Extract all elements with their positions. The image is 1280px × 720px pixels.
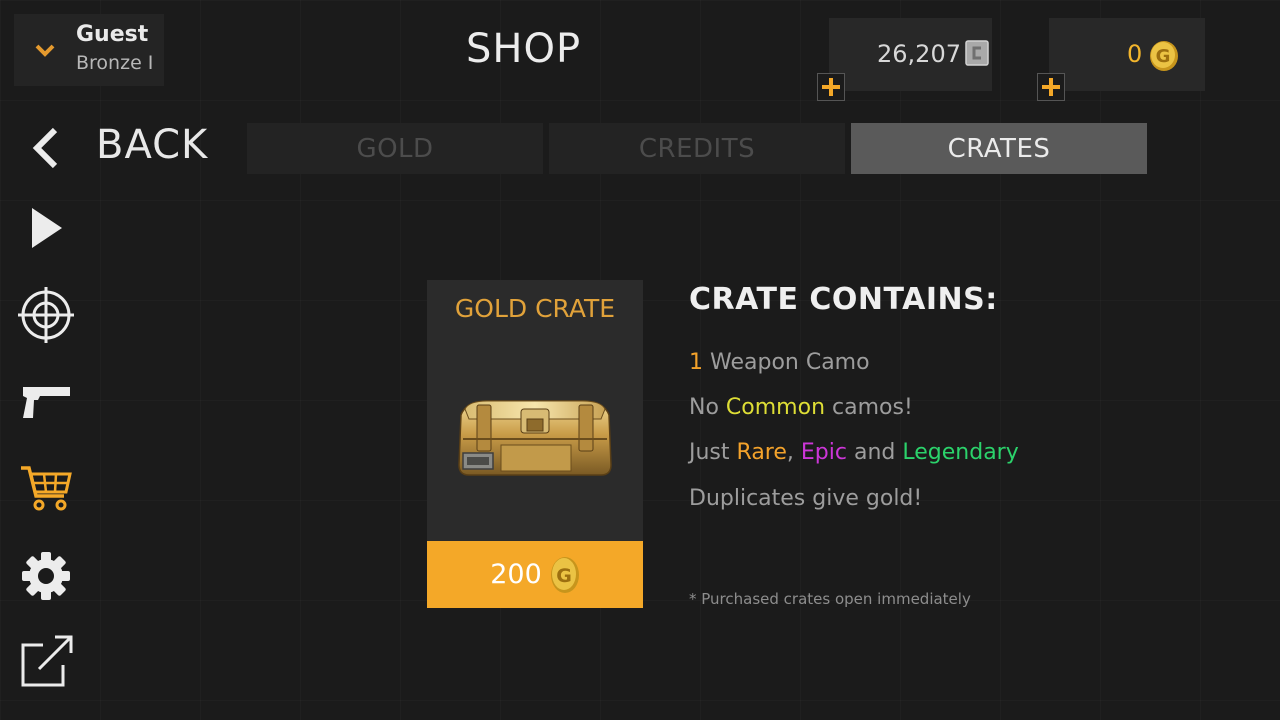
player-name: Guest: [76, 22, 149, 47]
plus-icon: [822, 78, 840, 96]
add-gold-button[interactable]: [1037, 73, 1065, 101]
tab-gold[interactable]: GOLD: [247, 123, 543, 174]
contents-line-rarities: Just Rare, Epic and Legendary: [689, 440, 1019, 465]
contents-line-duplicates: Duplicates give gold!: [689, 486, 923, 511]
nav-shop[interactable]: [16, 458, 76, 518]
back-button[interactable]: [16, 118, 76, 178]
crosshair-icon: [18, 287, 74, 343]
crate-price: 200: [490, 559, 542, 590]
play-icon: [32, 208, 62, 248]
credit-icon: [965, 40, 989, 66]
gold-balance: 0 G: [1049, 18, 1205, 91]
pistol-icon: [23, 387, 70, 418]
gold-crate-card[interactable]: GOLD CRATE 200 G: [427, 280, 643, 608]
common-pre: No: [689, 395, 726, 420]
page-title: SHOP: [466, 26, 582, 72]
nav-weapons[interactable]: [16, 373, 76, 433]
cart-icon: [21, 466, 72, 511]
rarity-rare: Rare: [736, 440, 787, 465]
crate-title: GOLD CRATE: [454, 294, 616, 323]
crate-image: [458, 400, 612, 476]
credits-value: 26,207: [877, 40, 961, 68]
chevron-down-icon: [35, 44, 55, 57]
contents-line-common: No Common camos!: [689, 395, 913, 420]
contents-line-camo: 1 Weapon Camo: [689, 350, 870, 375]
player-rank: Bronze I: [76, 52, 154, 74]
external-link-icon: [21, 635, 73, 687]
rarity-epic: Epic: [800, 440, 847, 465]
back-arrow-icon: [32, 127, 58, 169]
nav-missions[interactable]: [16, 285, 76, 345]
svg-text:G: G: [1156, 46, 1171, 67]
nav-play[interactable]: [16, 198, 76, 258]
rarity-legendary: Legendary: [902, 440, 1019, 465]
rarities-and: and: [846, 440, 903, 465]
profile-panel[interactable]: Guest Bronze I: [14, 14, 164, 86]
rarity-common: Common: [725, 395, 826, 420]
buy-crate-button[interactable]: 200 G: [427, 541, 643, 608]
camo-count: 1: [689, 350, 703, 375]
gold-value: 0: [1127, 40, 1143, 68]
tab-crates[interactable]: CRATES: [851, 123, 1147, 174]
purchase-note: * Purchased crates open immediately: [689, 590, 971, 608]
rarities-comma: ,: [786, 440, 801, 465]
gold-coin-icon: G: [1150, 41, 1178, 71]
svg-text:G: G: [556, 565, 572, 587]
nav-external[interactable]: [16, 632, 76, 692]
contents-title: CRATE CONTAINS:: [689, 282, 998, 317]
credits-balance: 26,207: [829, 18, 992, 91]
rarities-pre: Just: [689, 440, 737, 465]
add-credits-button[interactable]: [817, 73, 845, 101]
plus-icon: [1042, 78, 1060, 96]
gear-icon: [22, 552, 70, 600]
gold-coin-icon: G: [550, 556, 579, 593]
tab-credits[interactable]: CREDITS: [549, 123, 845, 174]
back-label[interactable]: BACK: [96, 122, 208, 168]
nav-settings[interactable]: [16, 546, 76, 606]
camo-text: Weapon Camo: [703, 350, 870, 375]
common-post: camos!: [825, 395, 913, 420]
